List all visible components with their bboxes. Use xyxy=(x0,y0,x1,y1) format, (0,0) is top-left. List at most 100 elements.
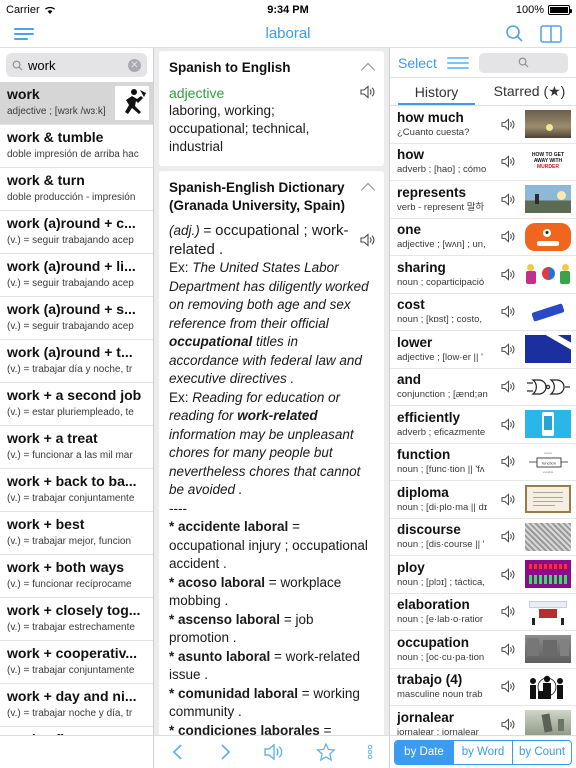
list-item[interactable]: lower adjective ; [low·er || ' xyxy=(390,331,576,369)
status-bar-left: Carrier xyxy=(6,4,56,16)
list-item[interactable]: work + cooperativ... (v.) = trabajar con… xyxy=(0,641,153,684)
speaker-icon[interactable] xyxy=(495,230,521,243)
list-item[interactable]: represents verb - represent 말하 xyxy=(390,181,576,219)
list-item[interactable]: work (a)round + li... (v.) = seguir trab… xyxy=(0,254,153,297)
speaker-icon[interactable] xyxy=(360,85,376,104)
list-item[interactable]: sharing noun ; coparticipació xyxy=(390,256,576,294)
collocation-eq: = xyxy=(270,648,286,664)
history-term: how much xyxy=(397,109,464,125)
list-item[interactable]: work + fine (v.) = funcionar bien, funci… xyxy=(0,727,153,735)
logic-gate-diagram xyxy=(525,372,571,401)
list-item[interactable]: work adjective ; [wɜrk /wɜːk] xyxy=(0,82,153,125)
history-subtitle: noun ; coparticipació xyxy=(397,276,485,288)
chevron-up-icon[interactable] xyxy=(363,62,374,73)
list-item[interactable]: diploma noun ; [di·plo·ma || dɪ xyxy=(390,481,576,519)
historical-photo xyxy=(525,635,571,664)
list-item[interactable]: work & tumble doble impresión de arriba … xyxy=(0,125,153,168)
definition-card-granada-dictionary: Spanish-English Dictionary (Granada Univ… xyxy=(159,171,384,735)
chevron-up-icon[interactable] xyxy=(363,182,374,193)
word-term: work + a treat xyxy=(7,430,98,446)
clear-icon[interactable]: ✕ xyxy=(128,58,141,72)
speaker-icon[interactable] xyxy=(495,718,521,731)
collocation-term: * asunto laboral xyxy=(169,648,271,664)
sort-by-date-button[interactable]: by Date xyxy=(395,740,454,764)
list-item[interactable]: occupation noun ; [oc·cu·pa·tion xyxy=(390,631,576,669)
list-item[interactable]: ploy noun ; [plɔɪ] ; táctica, xyxy=(390,556,576,594)
list-item[interactable]: jornalear jornalear ; jornalear xyxy=(390,706,576,735)
history-text: lower adjective ; [low·er || ' xyxy=(397,335,495,364)
list-item[interactable]: elaboration noun ; [e·lab·o·ratior xyxy=(390,594,576,631)
history-search-input[interactable] xyxy=(478,52,568,73)
collocation-eq: = xyxy=(265,574,281,590)
list-item[interactable]: and conjunction ; [ænd;ən xyxy=(390,369,576,406)
search-input[interactable]: work ✕ xyxy=(6,53,147,77)
book-icon[interactable] xyxy=(540,24,562,43)
list-item[interactable]: how adverb ; [hao] ; cómo HOW TO GET AWAY… xyxy=(390,144,576,181)
star-outline-icon[interactable] xyxy=(316,742,336,762)
speaker-icon[interactable] xyxy=(495,155,521,168)
list-item[interactable]: function noun ; [func·tion || 'fʌ functi… xyxy=(390,444,576,481)
list-item[interactable]: work + best (v.) = trabajar mejor, funci… xyxy=(0,512,153,555)
list-item[interactable]: discourse noun ; [dis·course || ' xyxy=(390,519,576,556)
list-icon[interactable] xyxy=(446,54,469,72)
tab-starred[interactable]: Starred (★) xyxy=(483,78,576,105)
list-item[interactable]: work & turn doble producción - impresión xyxy=(0,168,153,211)
speaker-icon[interactable] xyxy=(495,305,521,318)
speaker-icon[interactable] xyxy=(360,233,376,252)
history-subtitle: masculine noun trab xyxy=(397,689,483,701)
speaker-icon[interactable] xyxy=(495,605,521,618)
history-text: represents verb - represent 말하 xyxy=(397,185,495,214)
list-item[interactable]: work (a)round + t... (v.) = trabajar día… xyxy=(0,340,153,383)
speaker-icon[interactable] xyxy=(495,643,521,656)
history-text: cost noun ; [kɒst] ; costo, xyxy=(397,297,495,326)
word-definition: (v.) = seguir trabajando acep xyxy=(7,278,134,289)
collocation-term: * accidente laboral xyxy=(169,519,289,534)
search-icon[interactable] xyxy=(505,24,524,43)
definition-scroll-area[interactable]: Spanish to English adjective laboring, w… xyxy=(154,48,389,735)
speaker-icon[interactable] xyxy=(495,530,521,543)
list-item[interactable]: cost noun ; [kɒst] ; costo, xyxy=(390,294,576,331)
more-vertical-icon[interactable] xyxy=(367,742,373,762)
history-subtitle: verb - represent 말하 xyxy=(397,201,485,213)
list-item[interactable]: work + closely tog... (v.) = trabajar es… xyxy=(0,598,153,641)
speaker-icon[interactable] xyxy=(495,418,521,431)
speaker-icon[interactable] xyxy=(495,380,521,393)
list-item[interactable]: work + back to ba... (v.) = trabajar con… xyxy=(0,469,153,512)
list-item[interactable]: trabajo (4) masculine noun trab xyxy=(390,669,576,706)
list-item[interactable]: how much ¿Cuanto cuesta? xyxy=(390,106,576,144)
list-item[interactable]: efficiently adverb ; eficazmente xyxy=(390,406,576,444)
speaker-icon[interactable] xyxy=(495,118,521,131)
list-item[interactable]: work (a)round + s... (v.) = seguir traba… xyxy=(0,297,153,340)
list-item[interactable]: work + both ways (v.) = funcionar recípr… xyxy=(0,555,153,598)
chevron-right-icon[interactable] xyxy=(217,742,233,762)
speaker-icon[interactable] xyxy=(495,455,521,468)
history-text: how much ¿Cuanto cuesta? xyxy=(397,110,495,139)
history-term: occupation xyxy=(397,634,470,650)
hamburger-menu-icon[interactable] xyxy=(14,25,36,43)
list-item[interactable]: one adjective ; [wʌn] ; un, xyxy=(390,219,576,256)
word-term: work + both ways xyxy=(7,559,125,575)
word-definition: (v.) = funcionar a las mil mar xyxy=(7,450,133,461)
sort-by-count-button[interactable]: by Count xyxy=(513,741,571,764)
speaker-icon[interactable] xyxy=(495,193,521,206)
speaker-icon[interactable] xyxy=(264,743,284,761)
speaker-icon[interactable] xyxy=(495,268,521,281)
list-item[interactable]: work + a treat (v.) = funcionar a las mi… xyxy=(0,426,153,469)
list-item[interactable]: work + day and ni... (v.) = trabajar noc… xyxy=(0,684,153,727)
main-columns: work ✕ work adjective ; [wɜrk /wɜːk] wor… xyxy=(0,48,576,735)
list-item[interactable]: work + a second job (v.) = estar pluriem… xyxy=(0,383,153,426)
select-button[interactable]: Select xyxy=(398,55,437,71)
chevron-left-icon[interactable] xyxy=(170,742,186,762)
speaker-icon[interactable] xyxy=(495,343,521,356)
list-item[interactable]: work (a)round + c... (v.) = seguir traba… xyxy=(0,211,153,254)
sort-by-word-button[interactable]: by Word xyxy=(454,740,513,764)
collocation-term: * condiciones laborales xyxy=(169,722,320,736)
speaker-icon[interactable] xyxy=(495,680,521,693)
photo-thumbnail xyxy=(525,110,571,139)
tab-history[interactable]: History xyxy=(390,78,483,105)
history-list[interactable]: how much ¿Cuanto cuesta? how adverb ; [h… xyxy=(390,106,576,735)
speaker-icon[interactable] xyxy=(495,568,521,581)
speaker-icon[interactable] xyxy=(495,493,521,506)
blue-diagonal-flag xyxy=(525,335,571,364)
word-list[interactable]: work adjective ; [wɜrk /wɜːk] work & tum… xyxy=(0,82,153,735)
